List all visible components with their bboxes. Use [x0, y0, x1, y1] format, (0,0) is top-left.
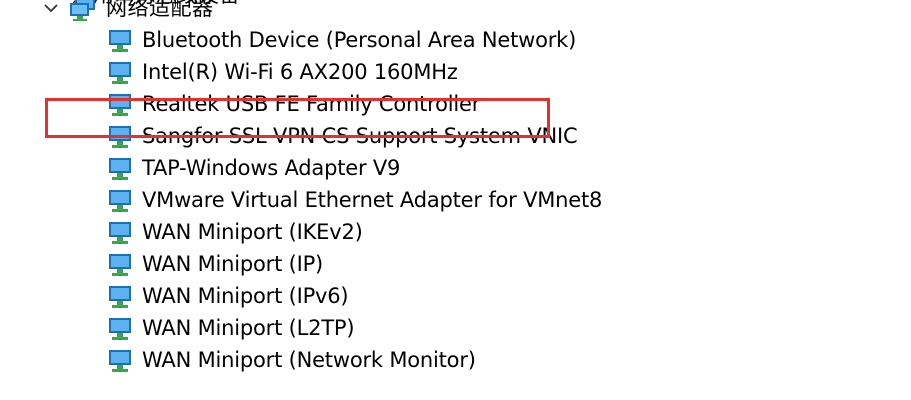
device-row[interactable]: Intel(R) Wi-Fi 6 AX200 160MHz: [0, 56, 911, 88]
network-adapter-icon: [109, 190, 131, 212]
device-label: VMware Virtual Ethernet Adapter for VMne…: [142, 188, 603, 212]
chevron-down-icon[interactable]: [42, 0, 60, 17]
network-adapter-icon: [109, 254, 131, 276]
device-row-highlighted[interactable]: Realtek USB FE Family Controller: [0, 88, 911, 120]
device-label: Realtek USB FE Family Controller: [142, 92, 481, 116]
network-adapter-icon: [109, 158, 131, 180]
network-adapter-icon: [109, 126, 131, 148]
category-network-adapters[interactable]: 网络适配器: [0, 0, 911, 24]
device-row[interactable]: WAN Miniport (Network Monitor): [0, 344, 911, 376]
network-adapter-icon: [109, 222, 131, 244]
device-label: Intel(R) Wi-Fi 6 AX200 160MHz: [142, 60, 458, 84]
device-tree: 网络适配器 Bluetooth Device (Personal Area Ne…: [0, 0, 911, 376]
network-adapter-icon: [109, 350, 131, 372]
network-adapter-icon: [108, 392, 132, 400]
device-label: Sangfor SSL VPN CS Support System VNIC: [142, 124, 578, 148]
category-label: 网络适配器: [106, 0, 214, 20]
device-label: WAN Miniport (IKEv2): [142, 220, 363, 244]
device-label: WAN Miniport (L2TP): [142, 316, 355, 340]
device-row[interactable]: VMware Virtual Ethernet Adapter for VMne…: [0, 184, 911, 216]
device-row[interactable]: TAP-Windows Adapter V9: [0, 152, 911, 184]
network-adapter-icon: [109, 94, 131, 116]
network-adapter-icon: [109, 286, 131, 308]
device-label: WAN Miniport (IPv6): [142, 284, 349, 308]
device-row[interactable]: Sangfor SSL VPN CS Support System VNIC: [0, 120, 911, 152]
device-row[interactable]: Bluetooth Device (Personal Area Network): [0, 24, 911, 56]
network-adapter-icon: [109, 62, 131, 84]
network-adapter-icon: [109, 318, 131, 340]
device-row[interactable]: WAN Miniport (L2TP): [0, 312, 911, 344]
device-label: WAN Miniport (Network Monitor): [142, 348, 476, 372]
device-row[interactable]: WAN Miniport (IP): [0, 248, 911, 280]
network-adapter-icon: [70, 0, 95, 21]
network-adapter-icon: [109, 30, 131, 52]
device-row[interactable]: WAN Miniport (IPv6): [0, 280, 911, 312]
device-label: WAN Miniport (IP): [142, 252, 324, 276]
device-label: Bluetooth Device (Personal Area Network): [142, 28, 577, 52]
device-label: TAP-Windows Adapter V9: [142, 156, 401, 180]
device-row[interactable]: WAN Miniport (IKEv2): [0, 216, 911, 248]
